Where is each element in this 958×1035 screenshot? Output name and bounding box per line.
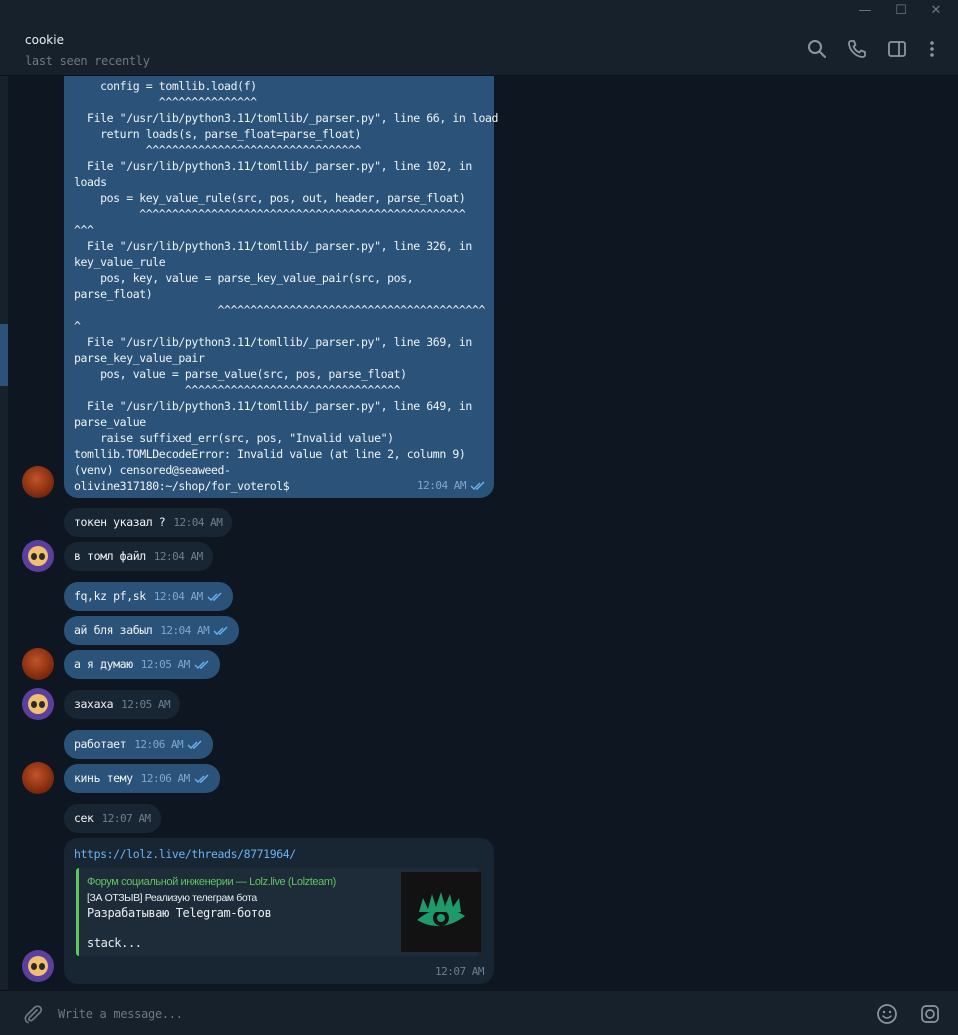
message-outgoing[interactable]: ай бля забыл 12:04 AM: [64, 616, 240, 645]
avatar-face: [28, 956, 48, 976]
message-outgoing[interactable]: кинь тему 12:06 AM: [64, 764, 220, 793]
message-meta: 12:04 AM: [409, 477, 486, 494]
chat-header[interactable]: cookie last seen recently: [0, 22, 958, 76]
link-preview-site: Форум социальной инженерии — Lolz.live (…: [87, 876, 336, 888]
search-icon[interactable]: [806, 38, 828, 60]
message-time: 12:07 AM: [435, 965, 484, 978]
avatar[interactable]: [22, 688, 54, 720]
message-time: 12:07 AM: [101, 812, 151, 825]
message-time: 12:04 AM: [153, 590, 203, 603]
message-text: работает: [74, 737, 127, 751]
traceback-text: config = tomllib.load(f) ^^^^^^^^^^^^^^^…: [74, 79, 499, 493]
message-outgoing[interactable]: работает 12:06 AM: [64, 730, 214, 759]
attach-icon[interactable]: [22, 1003, 44, 1025]
minimize-button[interactable]: —: [855, 2, 875, 20]
avatar[interactable]: [22, 762, 54, 794]
read-ticks-icon: [194, 660, 209, 669]
message-incoming[interactable]: захаха 12:05 AM: [64, 690, 181, 719]
message-outgoing[interactable]: fq,kz pf,sk 12:04 AM: [64, 582, 233, 611]
message-time: 12:05 AM: [140, 658, 190, 671]
lolz-logo-icon: [401, 872, 481, 952]
sidebar-toggle-icon[interactable]: [886, 38, 908, 60]
message-time: 12:05 AM: [121, 698, 171, 711]
message-link-url[interactable]: https://lolz.live/threads/8771964/: [74, 846, 296, 862]
avatar-face: [28, 546, 48, 566]
message-time: 12:06 AM: [140, 772, 190, 785]
message-text: fq,kz pf,sk: [74, 589, 146, 603]
message-meta: 12:07 AM: [427, 963, 484, 980]
message-time: 12:04 AM: [417, 479, 466, 492]
chat-status: last seen recently: [25, 54, 150, 68]
message-text: захаха: [74, 697, 114, 711]
message-incoming[interactable]: сек 12:07 AM: [64, 804, 161, 833]
message-time: 12:06 AM: [134, 738, 184, 751]
message-traceback[interactable]: config = tomllib.load(f) ^^^^^^^^^^^^^^^…: [64, 76, 499, 498]
message-incoming[interactable]: токен указал ? 12:04 AM: [64, 508, 233, 537]
message-incoming[interactable]: в томл файл 12:04 AM: [64, 542, 213, 571]
avatar[interactable]: [22, 950, 54, 982]
read-ticks-icon: [187, 740, 202, 749]
link-preview-description: Разрабатываю Telegram-ботов: [87, 906, 272, 920]
message-time: 12:04 AM: [153, 550, 203, 563]
left-strip: [0, 76, 8, 990]
phone-icon[interactable]: [846, 38, 868, 60]
message-input[interactable]: [58, 1003, 838, 1025]
message-text: ай бля забыл: [74, 623, 153, 637]
message-composer: [0, 990, 958, 1035]
maximize-button[interactable]: ☐: [891, 2, 911, 20]
camera-icon[interactable]: [919, 1003, 941, 1025]
chat-name[interactable]: cookie: [25, 33, 64, 47]
link-preview-title: [ЗА ОТЗЫВ] Реализую телеграм бота: [87, 892, 257, 904]
message-link[interactable]: https://lolz.live/threads/8771964/ Форум…: [64, 838, 494, 984]
link-preview-description-more: stack...: [87, 936, 142, 950]
message-outgoing[interactable]: а я думаю 12:05 AM: [64, 650, 220, 679]
close-button[interactable]: ✕: [926, 2, 946, 20]
message-text: в томл файл: [74, 549, 146, 563]
emoji-icon[interactable]: [876, 1003, 898, 1025]
read-ticks-icon: [194, 774, 209, 783]
message-text: кинь тему: [74, 771, 133, 785]
avatar[interactable]: [22, 648, 54, 680]
read-ticks-icon: [207, 592, 222, 601]
avatar[interactable]: [22, 540, 54, 572]
message-text: а я думаю: [74, 657, 133, 671]
window-titlebar: — ☐ ✕: [0, 0, 958, 22]
read-ticks-icon: [213, 626, 228, 635]
scroll-indicator: [0, 324, 8, 386]
link-preview[interactable]: Форум социальной инженерии — Lolz.live (…: [76, 868, 481, 956]
message-time: 12:04 AM: [173, 516, 223, 529]
more-menu-icon[interactable]: [921, 38, 943, 60]
avatar[interactable]: [22, 466, 54, 498]
message-text: сек: [74, 811, 94, 825]
message-list[interactable]: config = tomllib.load(f) ^^^^^^^^^^^^^^^…: [8, 76, 958, 990]
read-ticks-icon: [470, 481, 485, 490]
message-text: токен указал ?: [74, 515, 166, 529]
avatar-face: [28, 694, 48, 714]
message-time: 12:04 AM: [160, 624, 210, 637]
